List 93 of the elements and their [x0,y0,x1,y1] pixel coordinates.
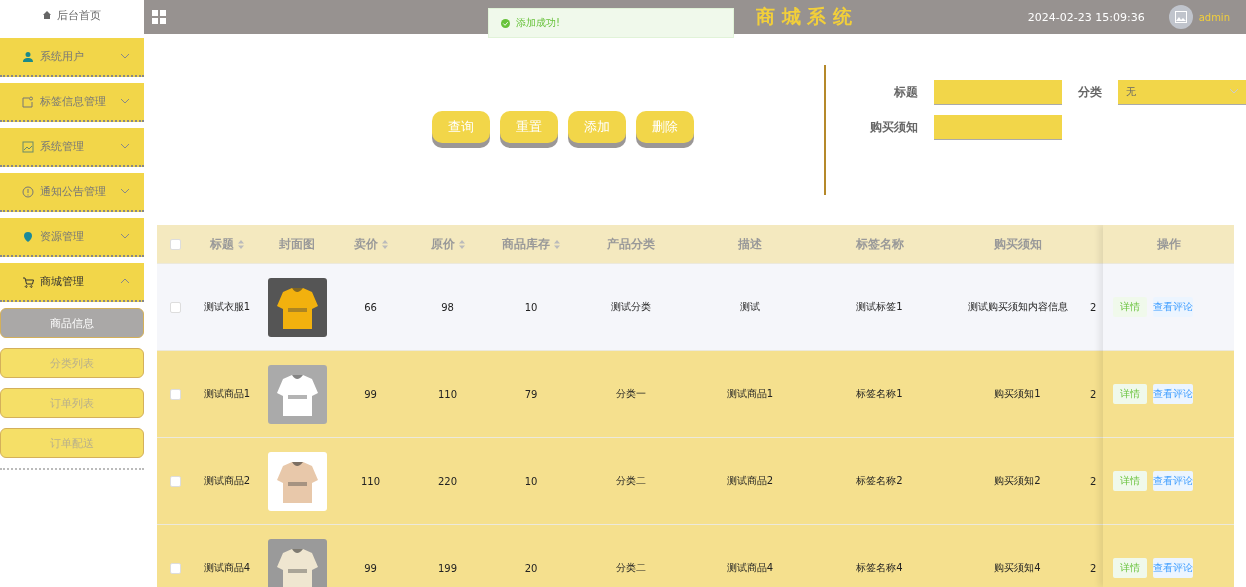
user-icon [22,50,34,63]
table-cell: 98 [441,301,454,313]
table-cell: 测试分类 [610,300,651,314]
table-cell: 2 [1090,475,1097,487]
filter-label: 分类 [1078,83,1102,101]
details-button[interactable]: 详情 [1113,384,1147,404]
checkbox[interactable] [169,562,181,574]
sidebar-menu-item[interactable]: 标签信息管理 [0,83,144,122]
sort-icon[interactable] [238,239,244,249]
date-time: 2024-02-23 15:09:36 [1027,10,1145,24]
tag-icon [22,95,34,108]
sort-icon[interactable] [554,239,560,249]
table-cell: 110 [437,388,458,400]
sidebar-menu-item[interactable]: 通知公告管理 [0,173,144,212]
image-icon [1174,11,1187,23]
table-cell: 10 [524,475,538,487]
table-cell: 标签名称2 [856,474,903,488]
table-cell: 测试衣服1 [203,300,251,314]
home-menu-item[interactable]: 后台首页 [0,0,144,30]
toast-message: 添加成功! [516,16,560,30]
table-cell: 标签名称4 [856,561,903,575]
table-cell: 2 [1090,388,1097,400]
table-cell: 99 [364,388,377,400]
home-icon [43,11,51,19]
table-cell: 分类二 [615,561,646,575]
column-header: 购买须知 [992,235,1043,253]
column-header: 封面图 [278,235,316,253]
details-button[interactable]: 详情 [1113,471,1147,491]
comments-button[interactable]: 查看评论 [1153,384,1193,404]
submenu-item[interactable]: 商品信息 [0,308,144,338]
column-header: 标签名称 [854,235,905,253]
column-header[interactable]: 卖价 [333,235,408,253]
input-field[interactable] [934,114,1062,140]
username[interactable]: admin [1198,11,1230,23]
checkbox[interactable] [169,388,181,400]
sort-icon[interactable] [458,239,465,249]
column-header: 操作 [1103,225,1234,264]
filter-label: 标题 [893,83,918,101]
table-cell: 测试商品2 [203,474,251,488]
table-cell: 标签名称1 [856,387,903,401]
cart-icon [22,275,34,288]
table-cell: 测试购买须知内容信息 [967,300,1068,314]
image-icon [22,140,34,153]
grid-icon[interactable] [152,10,166,24]
table-cell: 测试标签1 [856,300,903,314]
table-cell: 2 [1090,562,1097,574]
table-cell: 20 [524,562,538,574]
column-header[interactable]: 标题 [193,235,261,253]
table-cell: 99 [364,562,377,574]
table-cell: 分类二 [615,474,646,488]
checkbox[interactable] [169,475,181,487]
avatar[interactable] [1168,5,1193,29]
table-cell: 测试商品2 [726,474,774,488]
column-header[interactable]: 商品库存 [487,235,575,253]
filter-label: 购买须知 [870,118,918,136]
chevron-icon [1230,89,1238,94]
table-cell: 购买须知1 [994,387,1041,401]
comments-button[interactable]: 查看评论 [1153,471,1193,491]
select-field[interactable]: 无 [1118,79,1246,105]
sidebar-menu-item[interactable]: 系统管理 [0,128,144,167]
table-cell: 199 [437,562,458,574]
details-button[interactable]: 详情 [1113,558,1147,578]
table-cell: 测试商品4 [726,561,774,575]
table-cell: 110 [360,475,381,487]
comments-button[interactable]: 查看评论 [1153,558,1193,578]
info-icon [22,185,34,198]
column-header: 描述 [737,235,763,253]
pin-icon [22,230,34,243]
table-cell: 购买须知2 [994,474,1041,488]
column-header[interactable]: 原价 [408,235,487,253]
app-title: 商 城 系 统 [756,4,852,29]
details-button[interactable]: 详情 [1113,297,1147,317]
sidebar-menu-item[interactable]: 商城管理 [0,263,144,302]
table-cell: 79 [524,388,538,400]
comments-button[interactable]: 查看评论 [1153,297,1193,317]
table-cell: 分类一 [615,387,646,401]
table-cell: 220 [437,475,458,487]
sort-icon[interactable] [381,239,388,249]
sidebar-menu-item[interactable]: 系统用户 [0,38,144,77]
table-cell: 66 [364,301,377,313]
table-cell: 2 [1090,301,1097,313]
table-cell: 测试商品4 [203,561,251,575]
table-cell: 测试商品1 [726,387,774,401]
table-cell: 测试商品1 [203,387,251,401]
table-cell: 购买须知4 [994,561,1041,575]
checkbox[interactable] [169,301,181,313]
input-field[interactable] [934,79,1062,105]
table-cell: 测试 [740,300,760,314]
sidebar-menu-item[interactable]: 资源管理 [0,218,144,257]
checkbox[interactable] [169,238,181,250]
table-cell: 10 [524,301,538,313]
check-icon [501,18,510,28]
column-header: 产品分类 [605,235,656,253]
